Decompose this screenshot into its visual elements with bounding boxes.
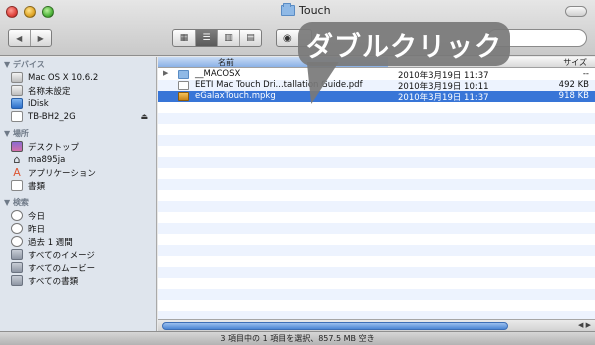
smart-folder-icon <box>11 249 23 260</box>
sidebar-item-idisk[interactable]: iDisk <box>11 97 151 110</box>
clock-icon <box>11 210 23 221</box>
empty-row <box>158 157 595 168</box>
devices-header[interactable]: ▼ デバイス <box>4 59 45 70</box>
sidebar-item-past-week[interactable]: 過去 1 週間 <box>11 235 151 248</box>
empty-row <box>158 267 595 278</box>
sidebar-item-home[interactable]: ⌂ ma895ja <box>11 153 151 166</box>
empty-row <box>158 179 595 190</box>
eject-icon[interactable]: ⏏ <box>140 112 148 121</box>
desktop-icon <box>11 141 23 152</box>
column-view-button[interactable]: ▥ <box>217 30 239 46</box>
drive-icon <box>11 111 23 122</box>
clock-icon <box>11 236 23 247</box>
empty-row <box>158 113 595 124</box>
sidebar-item-label: 昨日 <box>28 224 46 235</box>
column-header-size[interactable]: サイズ <box>563 57 587 68</box>
sidebar: ▼ デバイス Mac OS X 10.6.2 名称未設定 iDisk TB-BH… <box>0 57 157 331</box>
forward-button[interactable]: ▶ <box>29 30 52 46</box>
minimize-button[interactable] <box>24 6 36 18</box>
file-row-guide-pdf[interactable]: EETI Mac Touch Dri...tallation Guide.pdf… <box>158 80 595 92</box>
close-button[interactable] <box>6 6 18 18</box>
scrollbar-thumb[interactable] <box>162 322 508 330</box>
sidebar-item-label: TB-BH2_2G <box>28 111 76 122</box>
back-forward-buttons: ◀ ▶ <box>8 29 52 47</box>
documents-icon <box>11 180 23 191</box>
sidebar-item-documents[interactable]: 書類 <box>11 179 151 192</box>
sidebar-item-all-movies[interactable]: すべてのムービー <box>11 261 151 274</box>
sidebar-item-label: ma895ja <box>28 154 66 165</box>
hard-disk-icon <box>11 85 23 96</box>
sidebar-item-label: 名称未設定 <box>28 86 71 97</box>
file-row-macosx[interactable]: ▶ __MACOSX 2010年3月19日 11:37 -- <box>158 69 595 81</box>
applications-icon: A <box>13 166 21 179</box>
empty-row <box>158 135 595 146</box>
sidebar-item-all-images[interactable]: すべてのイメージ <box>11 248 151 261</box>
empty-row <box>158 245 595 256</box>
file-size: -- <box>582 69 589 79</box>
folder-icon <box>178 70 189 79</box>
empty-row <box>158 201 595 212</box>
file-name: eGalaxTouch.mpkg <box>195 91 276 101</box>
sidebar-item-today[interactable]: 今日 <box>11 209 151 222</box>
list-view-button[interactable]: ☰ <box>195 30 217 46</box>
sidebar-item-label: 今日 <box>28 211 46 222</box>
sidebar-item-label: アプリケーション <box>28 168 96 179</box>
search-header[interactable]: ▼ 検索 <box>4 197 29 208</box>
package-icon <box>178 92 189 101</box>
file-row-egalaxtouch-mpkg[interactable]: eGalaxTouch.mpkg 2010年3月19日 11:37 918 KB <box>158 91 595 103</box>
finder-window: Touch ◀ ▶ ▦ ☰ ▥ ▤ ◉ ▼ デバイス Mac OS X 10.6… <box>0 0 595 345</box>
pdf-icon <box>178 81 189 90</box>
sidebar-item-all-documents[interactable]: すべての書類 <box>11 274 151 287</box>
status-bar: 3 項目中の 1 項目を選択、857.5 MB 空き <box>0 331 595 345</box>
disclosure-triangle-icon[interactable]: ▶ <box>163 69 168 77</box>
file-name: EETI Mac Touch Dri...tallation Guide.pdf <box>195 80 363 90</box>
sidebar-item-label: 書類 <box>28 181 46 192</box>
sidebar-item-mac-os-x[interactable]: Mac OS X 10.6.2 <box>11 71 151 84</box>
hard-disk-icon <box>11 72 23 83</box>
toolbar-toggle-button[interactable] <box>565 6 587 17</box>
file-size: 918 KB <box>558 91 589 101</box>
zoom-button[interactable] <box>42 6 54 18</box>
window-title-text: Touch <box>299 3 331 17</box>
empty-row <box>158 223 595 234</box>
horizontal-scrollbar[interactable]: ◀ ▶ <box>158 319 595 331</box>
sidebar-item-label: デスクトップ <box>28 142 80 153</box>
sidebar-item-label: すべての書類 <box>28 276 79 287</box>
folder-icon <box>281 2 295 16</box>
icon-view-button[interactable]: ▦ <box>173 30 195 46</box>
window-title: Touch <box>281 2 331 17</box>
scroll-arrows-icon[interactable]: ◀ ▶ <box>578 321 591 329</box>
file-size: 492 KB <box>558 80 589 90</box>
idisk-icon <box>11 98 23 109</box>
file-date: 2010年3月19日 11:37 <box>398 93 489 103</box>
file-name: __MACOSX <box>195 69 241 79</box>
view-mode-buttons: ▦ ☰ ▥ ▤ <box>172 29 262 47</box>
sidebar-item-tb-bh2[interactable]: TB-BH2_2G <box>11 110 151 123</box>
smart-folder-icon <box>11 262 23 273</box>
smart-folder-icon <box>11 275 23 286</box>
callout-bubble: ダブルクリック <box>298 22 510 66</box>
file-list: 名前 サイズ ▶ __MACOSX 2010年3月19日 11:37 -- EE… <box>158 57 595 319</box>
sidebar-item-label: iDisk <box>28 98 49 109</box>
sidebar-item-label: すべてのムービー <box>28 263 96 274</box>
coverflow-view-button[interactable]: ▤ <box>239 30 261 46</box>
empty-row <box>158 311 595 319</box>
home-icon: ⌂ <box>13 153 21 166</box>
back-button[interactable]: ◀ <box>9 30 30 46</box>
sidebar-item-label: すべてのイメージ <box>28 250 95 261</box>
sidebar-item-applications[interactable]: A アプリケーション <box>11 166 151 179</box>
clock-icon <box>11 223 23 234</box>
sidebar-item-untitled[interactable]: 名称未設定 <box>11 84 151 97</box>
sidebar-item-label: Mac OS X 10.6.2 <box>28 72 99 83</box>
sidebar-item-yesterday[interactable]: 昨日 <box>11 222 151 235</box>
places-header[interactable]: ▼ 場所 <box>4 128 29 139</box>
sidebar-item-label: 過去 1 週間 <box>28 237 73 248</box>
empty-row <box>158 289 595 300</box>
sidebar-item-desktop[interactable]: デスクトップ <box>11 140 151 153</box>
